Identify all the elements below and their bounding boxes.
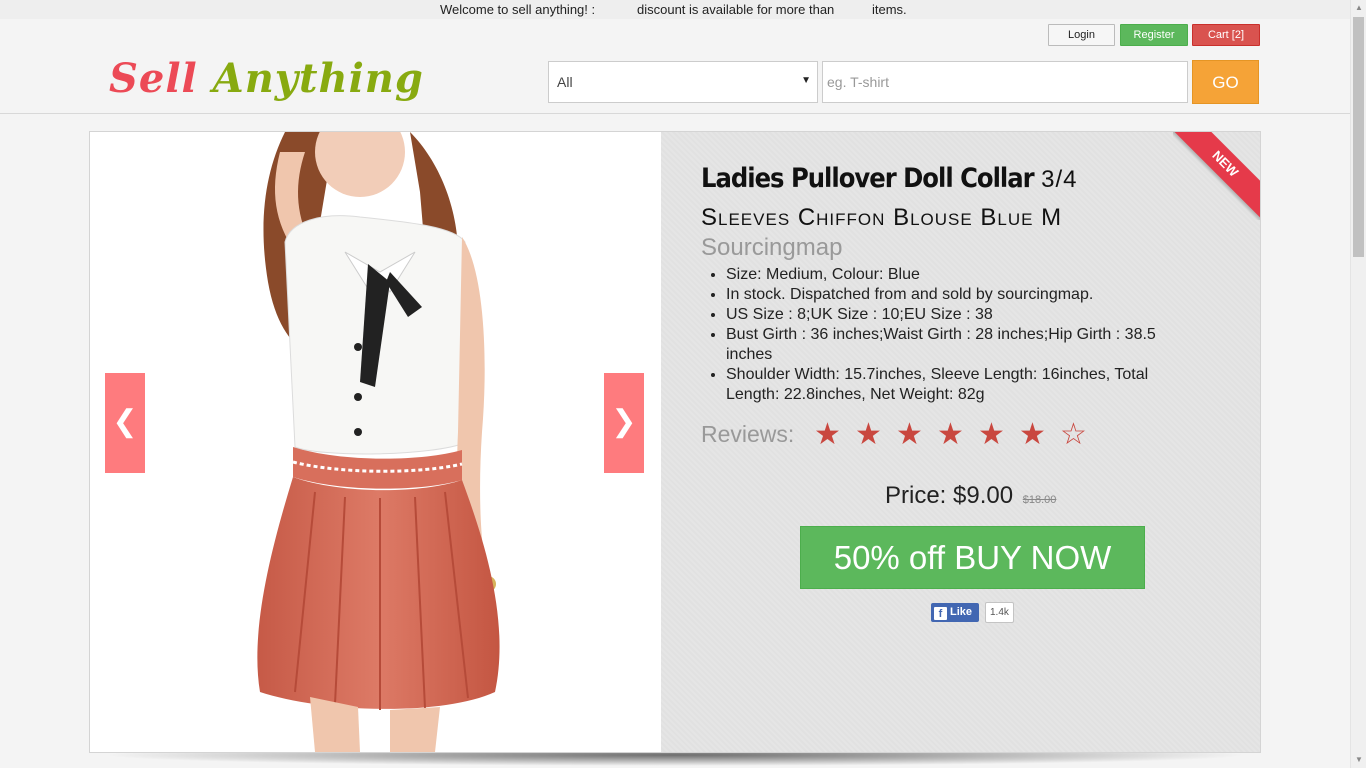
rating-stars[interactable]: ★ ★ ★ ★ ★ ★ ☆ xyxy=(807,417,1094,452)
facebook-like-label: Like xyxy=(950,606,973,618)
star-filled-icon[interactable]: ★ xyxy=(848,417,889,452)
scroll-up-icon[interactable]: ▲ xyxy=(1351,0,1366,16)
logo-word-anything: Anything xyxy=(212,55,424,102)
star-filled-icon[interactable]: ★ xyxy=(971,417,1012,452)
facebook-like-button[interactable]: f Like xyxy=(931,603,979,622)
star-filled-icon[interactable]: ★ xyxy=(889,417,930,452)
star-filled-icon[interactable]: ★ xyxy=(807,417,848,452)
star-empty-icon[interactable]: ☆ xyxy=(1053,417,1094,452)
feature-item: In stock. Dispatched from and sold by so… xyxy=(726,285,1186,305)
product-title: Ladies Pullover Doll Collar 3/4 Sleeves … xyxy=(701,160,1171,236)
welcome-text: Welcome to sell anything! : xyxy=(440,2,596,17)
feature-item: Size: Medium, Colour: Blue xyxy=(726,265,1186,285)
feature-item: Bust Girth : 36 inches;Waist Girth : 28 … xyxy=(726,325,1186,365)
register-button[interactable]: Register xyxy=(1120,24,1188,46)
discount-text: discount is available for more than xyxy=(637,2,835,17)
new-ribbon: NEW xyxy=(1173,132,1260,220)
category-select-value: All xyxy=(557,74,573,90)
scrollbar-thumb[interactable] xyxy=(1353,17,1364,257)
product-title-bold: Ladies Pullover Doll Collar xyxy=(701,163,1035,194)
carousel-prev-button[interactable]: ❮ xyxy=(105,373,145,473)
current-price: Price: $9.00 xyxy=(885,482,1014,509)
search-go-button[interactable]: GO xyxy=(1192,60,1259,104)
star-filled-icon[interactable]: ★ xyxy=(930,417,971,452)
buy-now-button[interactable]: 50% off BUY NOW xyxy=(800,526,1145,589)
old-price: $18.00 xyxy=(1022,494,1057,506)
product-brand: Sourcingmap xyxy=(701,234,843,261)
reviews-label: Reviews: xyxy=(701,421,795,447)
product-features-list: Size: Medium, Colour: Blue In stock. Dis… xyxy=(726,265,1186,405)
cart-button[interactable]: Cart [2] xyxy=(1192,24,1260,46)
price: Price: $9.00 $18.00 xyxy=(885,482,1056,510)
category-select[interactable]: All ▼ xyxy=(548,61,818,103)
star-filled-icon[interactable]: ★ xyxy=(1012,417,1053,452)
chevron-down-icon: ▼ xyxy=(801,75,811,86)
facebook-icon: f xyxy=(934,607,947,620)
items-text: items. xyxy=(872,2,907,17)
facebook-like-count: 1.4k xyxy=(985,602,1014,623)
feature-item: Shoulder Width: 15.7inches, Sleeve Lengt… xyxy=(726,365,1186,405)
product-info-panel: Ladies Pullover Doll Collar 3/4 Sleeves … xyxy=(661,132,1260,752)
login-button[interactable]: Login xyxy=(1048,24,1115,46)
feature-item: US Size : 8;UK Size : 10;EU Size : 38 xyxy=(726,305,1186,325)
product-photo xyxy=(257,132,500,752)
scroll-down-icon[interactable]: ▼ xyxy=(1351,752,1366,768)
header: Sell Anything Login Register Cart [2] Al… xyxy=(0,19,1350,114)
new-ribbon-label: NEW xyxy=(1173,132,1260,220)
top-bar: Welcome to sell anything! : discount is … xyxy=(0,0,1350,19)
product-card: ❮ ❯ Ladies Pullover Doll Collar 3/4 Slee… xyxy=(89,131,1261,753)
product-image-carousel: ❮ ❯ xyxy=(90,132,661,752)
logo-word-sell: Sell xyxy=(109,55,198,102)
page-scrollbar[interactable]: ▲ ▼ xyxy=(1350,0,1366,768)
search-input[interactable] xyxy=(822,61,1188,103)
carousel-next-button[interactable]: ❯ xyxy=(604,373,644,473)
site-logo[interactable]: Sell Anything xyxy=(109,55,424,102)
